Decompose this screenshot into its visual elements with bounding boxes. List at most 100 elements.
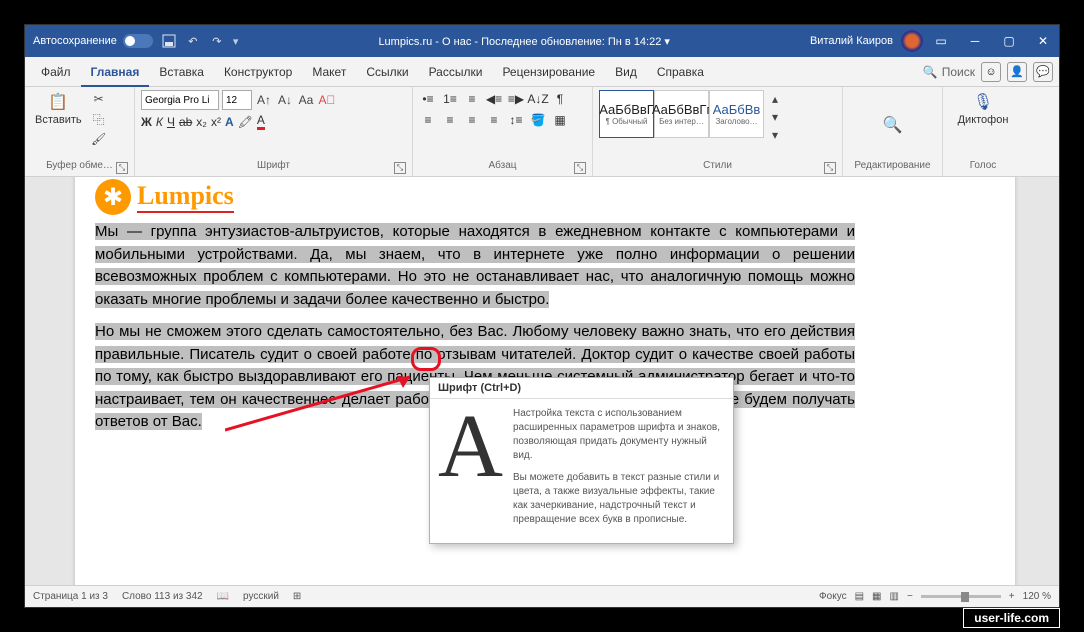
borders-icon[interactable]: ▦ — [551, 111, 569, 129]
paragraph-1[interactable]: Мы — группа энтузиастов-альтруистов, кот… — [95, 223, 855, 308]
format-painter-icon[interactable]: 🖌 — [90, 130, 108, 148]
maximize-button[interactable]: ▢ — [993, 25, 1025, 57]
style-nospacing[interactable]: АаБбВвГгБез интер… — [654, 90, 709, 138]
clipboard-icon: 📋 — [48, 92, 68, 112]
minimize-button[interactable]: ─ — [959, 25, 991, 57]
focus-mode[interactable]: Фокус — [819, 591, 847, 602]
close-button[interactable]: ✕ — [1027, 25, 1059, 57]
editing-group-label: Редактирование — [849, 160, 936, 174]
bold-button[interactable]: Ж — [141, 115, 152, 129]
shading-icon[interactable]: 🪣 — [529, 111, 547, 129]
bullets-icon[interactable]: •≡ — [419, 90, 437, 108]
voice-group-label: Голос — [949, 160, 1017, 174]
tab-layout[interactable]: Макет — [302, 57, 356, 87]
statusbar: Страница 1 из 3 Слово 113 из 342 📖 русск… — [25, 585, 1059, 607]
styles-down-icon[interactable]: ▾ — [766, 108, 784, 126]
styles-more-icon[interactable]: ▾ — [766, 126, 784, 144]
show-marks-icon[interactable]: ¶ — [551, 90, 569, 108]
tab-file[interactable]: Файл — [31, 57, 81, 87]
underline-button[interactable]: Ч — [167, 115, 175, 129]
tab-design[interactable]: Конструктор — [214, 57, 302, 87]
zoom-out-icon[interactable]: − — [907, 591, 913, 602]
watermark: user-life.com — [963, 608, 1060, 628]
tab-references[interactable]: Ссылки — [356, 57, 418, 87]
font-size-select[interactable]: 12 — [222, 90, 252, 110]
zoom-slider[interactable] — [921, 595, 1001, 598]
spellcheck-icon[interactable]: 📖 — [217, 591, 229, 602]
font-tooltip: Шрифт (Ctrl+D) A Настройка текста с испо… — [429, 377, 734, 544]
save-icon[interactable] — [161, 33, 177, 49]
autosave-toggle[interactable]: Автосохранение — [33, 34, 153, 48]
word-count[interactable]: Слово 113 из 342 — [122, 591, 203, 602]
ribbon: 📋 Вставить ✂ ⿻ 🖌 Буфер обме…⤡ Georgia Pr… — [25, 87, 1059, 177]
cut-icon[interactable]: ✂ — [90, 90, 108, 108]
shrink-font-icon[interactable]: A↓ — [276, 91, 294, 109]
comments-icon[interactable]: 💬 — [1033, 62, 1053, 82]
tab-review[interactable]: Рецензирование — [492, 57, 605, 87]
ribbon-options-icon[interactable]: ▭ — [925, 25, 957, 57]
language-indicator[interactable]: русский — [243, 591, 279, 602]
justify-icon[interactable]: ≡ — [485, 111, 503, 129]
align-right-icon[interactable]: ≡ — [463, 111, 481, 129]
tab-insert[interactable]: Вставка — [149, 57, 214, 87]
style-normal[interactable]: АаБбВвГ¶ Обычный — [599, 90, 654, 138]
subscript-button[interactable]: x₂ — [196, 115, 207, 129]
document-area[interactable]: ✱ Lumpics Мы — группа энтузиастов-альтру… — [25, 177, 1059, 585]
font-launcher-icon[interactable]: ⤡ — [394, 162, 406, 174]
print-layout-icon[interactable]: ▦ — [872, 591, 881, 602]
accessibility-icon[interactable]: ⊞ — [293, 591, 301, 602]
zoom-in-icon[interactable]: + — [1009, 591, 1015, 602]
window-title: Lumpics.ru - О нас - Последнее обновлени… — [238, 35, 810, 48]
strikethrough-button[interactable]: ab — [179, 115, 192, 129]
align-center-icon[interactable]: ≡ — [441, 111, 459, 129]
grow-font-icon[interactable]: A↑ — [255, 91, 273, 109]
page-indicator[interactable]: Страница 1 из 3 — [33, 591, 108, 602]
tooltip-p2: Вы можете добавить в текст разные стили … — [513, 471, 725, 527]
align-left-icon[interactable]: ≡ — [419, 111, 437, 129]
clear-format-icon[interactable]: A⃠ — [318, 91, 336, 109]
avatar-icon[interactable] — [901, 30, 923, 52]
superscript-button[interactable]: x² — [211, 115, 221, 129]
clipboard-launcher-icon[interactable]: ⤡ — [116, 162, 128, 174]
user-name[interactable]: Виталий Каиров — [810, 35, 893, 47]
tab-home[interactable]: Главная — [81, 57, 150, 87]
share-icon[interactable]: 👤 — [1007, 62, 1027, 82]
line-spacing-icon[interactable]: ↕≡ — [507, 111, 525, 129]
style-heading1[interactable]: АаБбВвЗаголово… — [709, 90, 764, 138]
find-button[interactable]: 🔍 — [879, 113, 907, 137]
zoom-level[interactable]: 120 % — [1023, 591, 1051, 602]
indent-icon[interactable]: ≡▶ — [507, 90, 525, 108]
dictate-button[interactable]: 🎙 Диктофон — [954, 90, 1013, 128]
styles-up-icon[interactable]: ▴ — [766, 90, 784, 108]
search-icon: 🔍 — [923, 65, 938, 79]
web-layout-icon[interactable]: ▥ — [890, 591, 899, 602]
toggle-switch-icon[interactable] — [123, 34, 153, 48]
change-case-icon[interactable]: Aa — [297, 91, 315, 109]
app-window: Автосохранение ↶ ↷ ▾ Lumpics.ru - О нас … — [24, 24, 1060, 608]
tab-view[interactable]: Вид — [605, 57, 647, 87]
read-mode-icon[interactable]: ▤ — [855, 591, 864, 602]
logo-text: Lumpics — [137, 181, 234, 213]
copy-icon[interactable]: ⿻ — [90, 110, 108, 128]
font-group-label: Шрифт — [257, 160, 290, 171]
text-effects-icon[interactable]: A — [225, 115, 234, 129]
font-name-select[interactable]: Georgia Pro Li — [141, 90, 219, 110]
microphone-icon: 🎙 — [973, 92, 993, 112]
font-color-icon[interactable]: A — [257, 113, 265, 130]
italic-button[interactable]: К — [156, 115, 163, 129]
multilevel-icon[interactable]: ≡ — [463, 90, 481, 108]
search-button[interactable]: 🔍 Поиск — [923, 65, 975, 79]
highlight-icon[interactable]: 🖍 — [238, 115, 253, 129]
paste-button[interactable]: 📋 Вставить — [31, 90, 86, 128]
sort-icon[interactable]: A↓Z — [529, 90, 547, 108]
tab-help[interactable]: Справка — [647, 57, 714, 87]
redo-icon[interactable]: ↷ — [209, 33, 225, 49]
tab-mailings[interactable]: Рассылки — [419, 57, 493, 87]
undo-icon[interactable]: ↶ — [185, 33, 201, 49]
feedback-icon[interactable]: ☺ — [981, 62, 1001, 82]
outdent-icon[interactable]: ◀≡ — [485, 90, 503, 108]
numbering-icon[interactable]: 1≡ — [441, 90, 459, 108]
styles-launcher-icon[interactable]: ⤡ — [824, 162, 836, 174]
paragraph-group-label: Абзац — [488, 160, 516, 171]
paragraph-launcher-icon[interactable]: ⤡ — [574, 162, 586, 174]
